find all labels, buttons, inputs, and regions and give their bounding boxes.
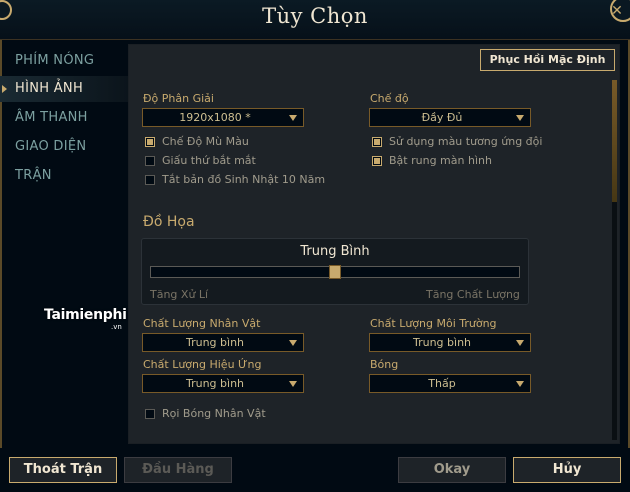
- close-icon[interactable]: ✕: [604, 0, 630, 24]
- chevron-down-icon: [289, 340, 297, 346]
- watermark-suffix: .vn: [111, 323, 122, 331]
- window-mode-select[interactable]: Đầy Đủ: [369, 108, 531, 127]
- character-quality-label: Chất Lượng Nhân Vật: [143, 317, 261, 330]
- watermark-logo: Taimienphi: [44, 307, 127, 323]
- sidebar-item-sound[interactable]: ÂM THANH: [0, 105, 128, 131]
- shadows-label: Bóng: [370, 358, 399, 371]
- chevron-down-icon: [289, 115, 297, 121]
- effects-quality-value: Trung bình: [185, 377, 245, 390]
- checkbox-label: Bật rung màn hình: [389, 154, 492, 167]
- checkbox-label: Chế Độ Mù Màu: [162, 135, 249, 148]
- checkbox-unchecked-icon: [145, 409, 155, 419]
- resolution-value: 1920x1080 *: [179, 111, 251, 124]
- effects-quality-select[interactable]: Trung bình: [142, 374, 304, 393]
- sidebar-item-hotkeys[interactable]: PHÍM NÓNG: [0, 48, 128, 74]
- slider-max-label: Tăng Chất Lượng: [426, 288, 520, 301]
- sidebar-item-label: PHÍM NÓNG: [15, 53, 95, 68]
- character-quality-select[interactable]: Trung bình: [142, 333, 304, 352]
- okay-button[interactable]: Okay: [398, 457, 506, 483]
- chevron-down-icon: [289, 381, 297, 387]
- window-mode-label: Chế độ: [370, 92, 409, 105]
- sidebar-item-label: TRẬN: [15, 168, 52, 183]
- character-quality-value: Trung bình: [185, 336, 245, 349]
- reset-defaults-button[interactable]: Phục Hồi Mặc Định: [480, 49, 615, 71]
- checkbox-checked-icon: [372, 137, 382, 147]
- checkbox-unchecked-icon: [145, 156, 155, 166]
- environment-quality-select[interactable]: Trung bình: [369, 333, 531, 352]
- title-bar: Tùy Chọn: [0, 0, 630, 40]
- checkbox-label: Giấu thứ bắt mắt: [162, 154, 256, 167]
- resolution-select[interactable]: 1920x1080 *: [142, 108, 304, 127]
- sidebar-item-label: HÌNH ẢNH: [15, 81, 84, 96]
- sidebar-item-interface[interactable]: GIAO DIỆN: [0, 134, 128, 160]
- checkbox-label: Sử dụng màu tương ứng đội: [389, 135, 543, 148]
- chevron-down-icon: [516, 340, 524, 346]
- window-mode-value: Đầy Đủ: [421, 111, 463, 124]
- shadows-value: Thấp: [428, 377, 456, 390]
- effects-quality-label: Chất Lượng Hiệu Ứng: [143, 358, 262, 371]
- active-arrow-icon: [2, 85, 7, 93]
- sidebar-item-label: GIAO DIỆN: [15, 139, 87, 154]
- checkbox-checked-icon: [145, 137, 155, 147]
- checkbox-checked-icon: [372, 156, 382, 166]
- surrender-button[interactable]: Đầu Hàng: [124, 457, 232, 483]
- exit-game-button[interactable]: Thoát Trận: [9, 457, 117, 483]
- slider-handle[interactable]: [329, 265, 341, 279]
- chevron-down-icon: [516, 381, 524, 387]
- checkbox-unchecked-icon: [145, 175, 155, 185]
- sidebar-item-video[interactable]: HÌNH ẢNH: [0, 76, 128, 102]
- graphics-section-title: Đồ Họa: [143, 214, 195, 230]
- environment-quality-value: Trung bình: [412, 336, 472, 349]
- sidebar: PHÍM NÓNG HÌNH ẢNH ÂM THANH GIAO DIỆN TR…: [0, 44, 128, 444]
- resolution-label: Độ Phân Giải: [143, 92, 214, 105]
- checkbox-label: Rọi Bóng Nhân Vật: [162, 407, 266, 420]
- environment-quality-label: Chất Lượng Môi Trường: [370, 317, 497, 330]
- sidebar-item-game[interactable]: TRẬN: [0, 163, 128, 189]
- graphics-preset-value: Trung Bình: [300, 244, 370, 259]
- checkbox-label: Tắt bản đồ Sinh Nhật 10 Năm: [162, 173, 326, 186]
- cancel-button[interactable]: Hủy: [513, 457, 621, 483]
- shadows-select[interactable]: Thấp: [369, 374, 531, 393]
- slider-min-label: Tăng Xử Lí: [150, 288, 209, 301]
- scrollbar-thumb[interactable]: [612, 80, 617, 202]
- sidebar-item-label: ÂM THANH: [15, 110, 88, 125]
- window-title: Tùy Chọn: [262, 4, 368, 28]
- chevron-down-icon: [516, 115, 524, 121]
